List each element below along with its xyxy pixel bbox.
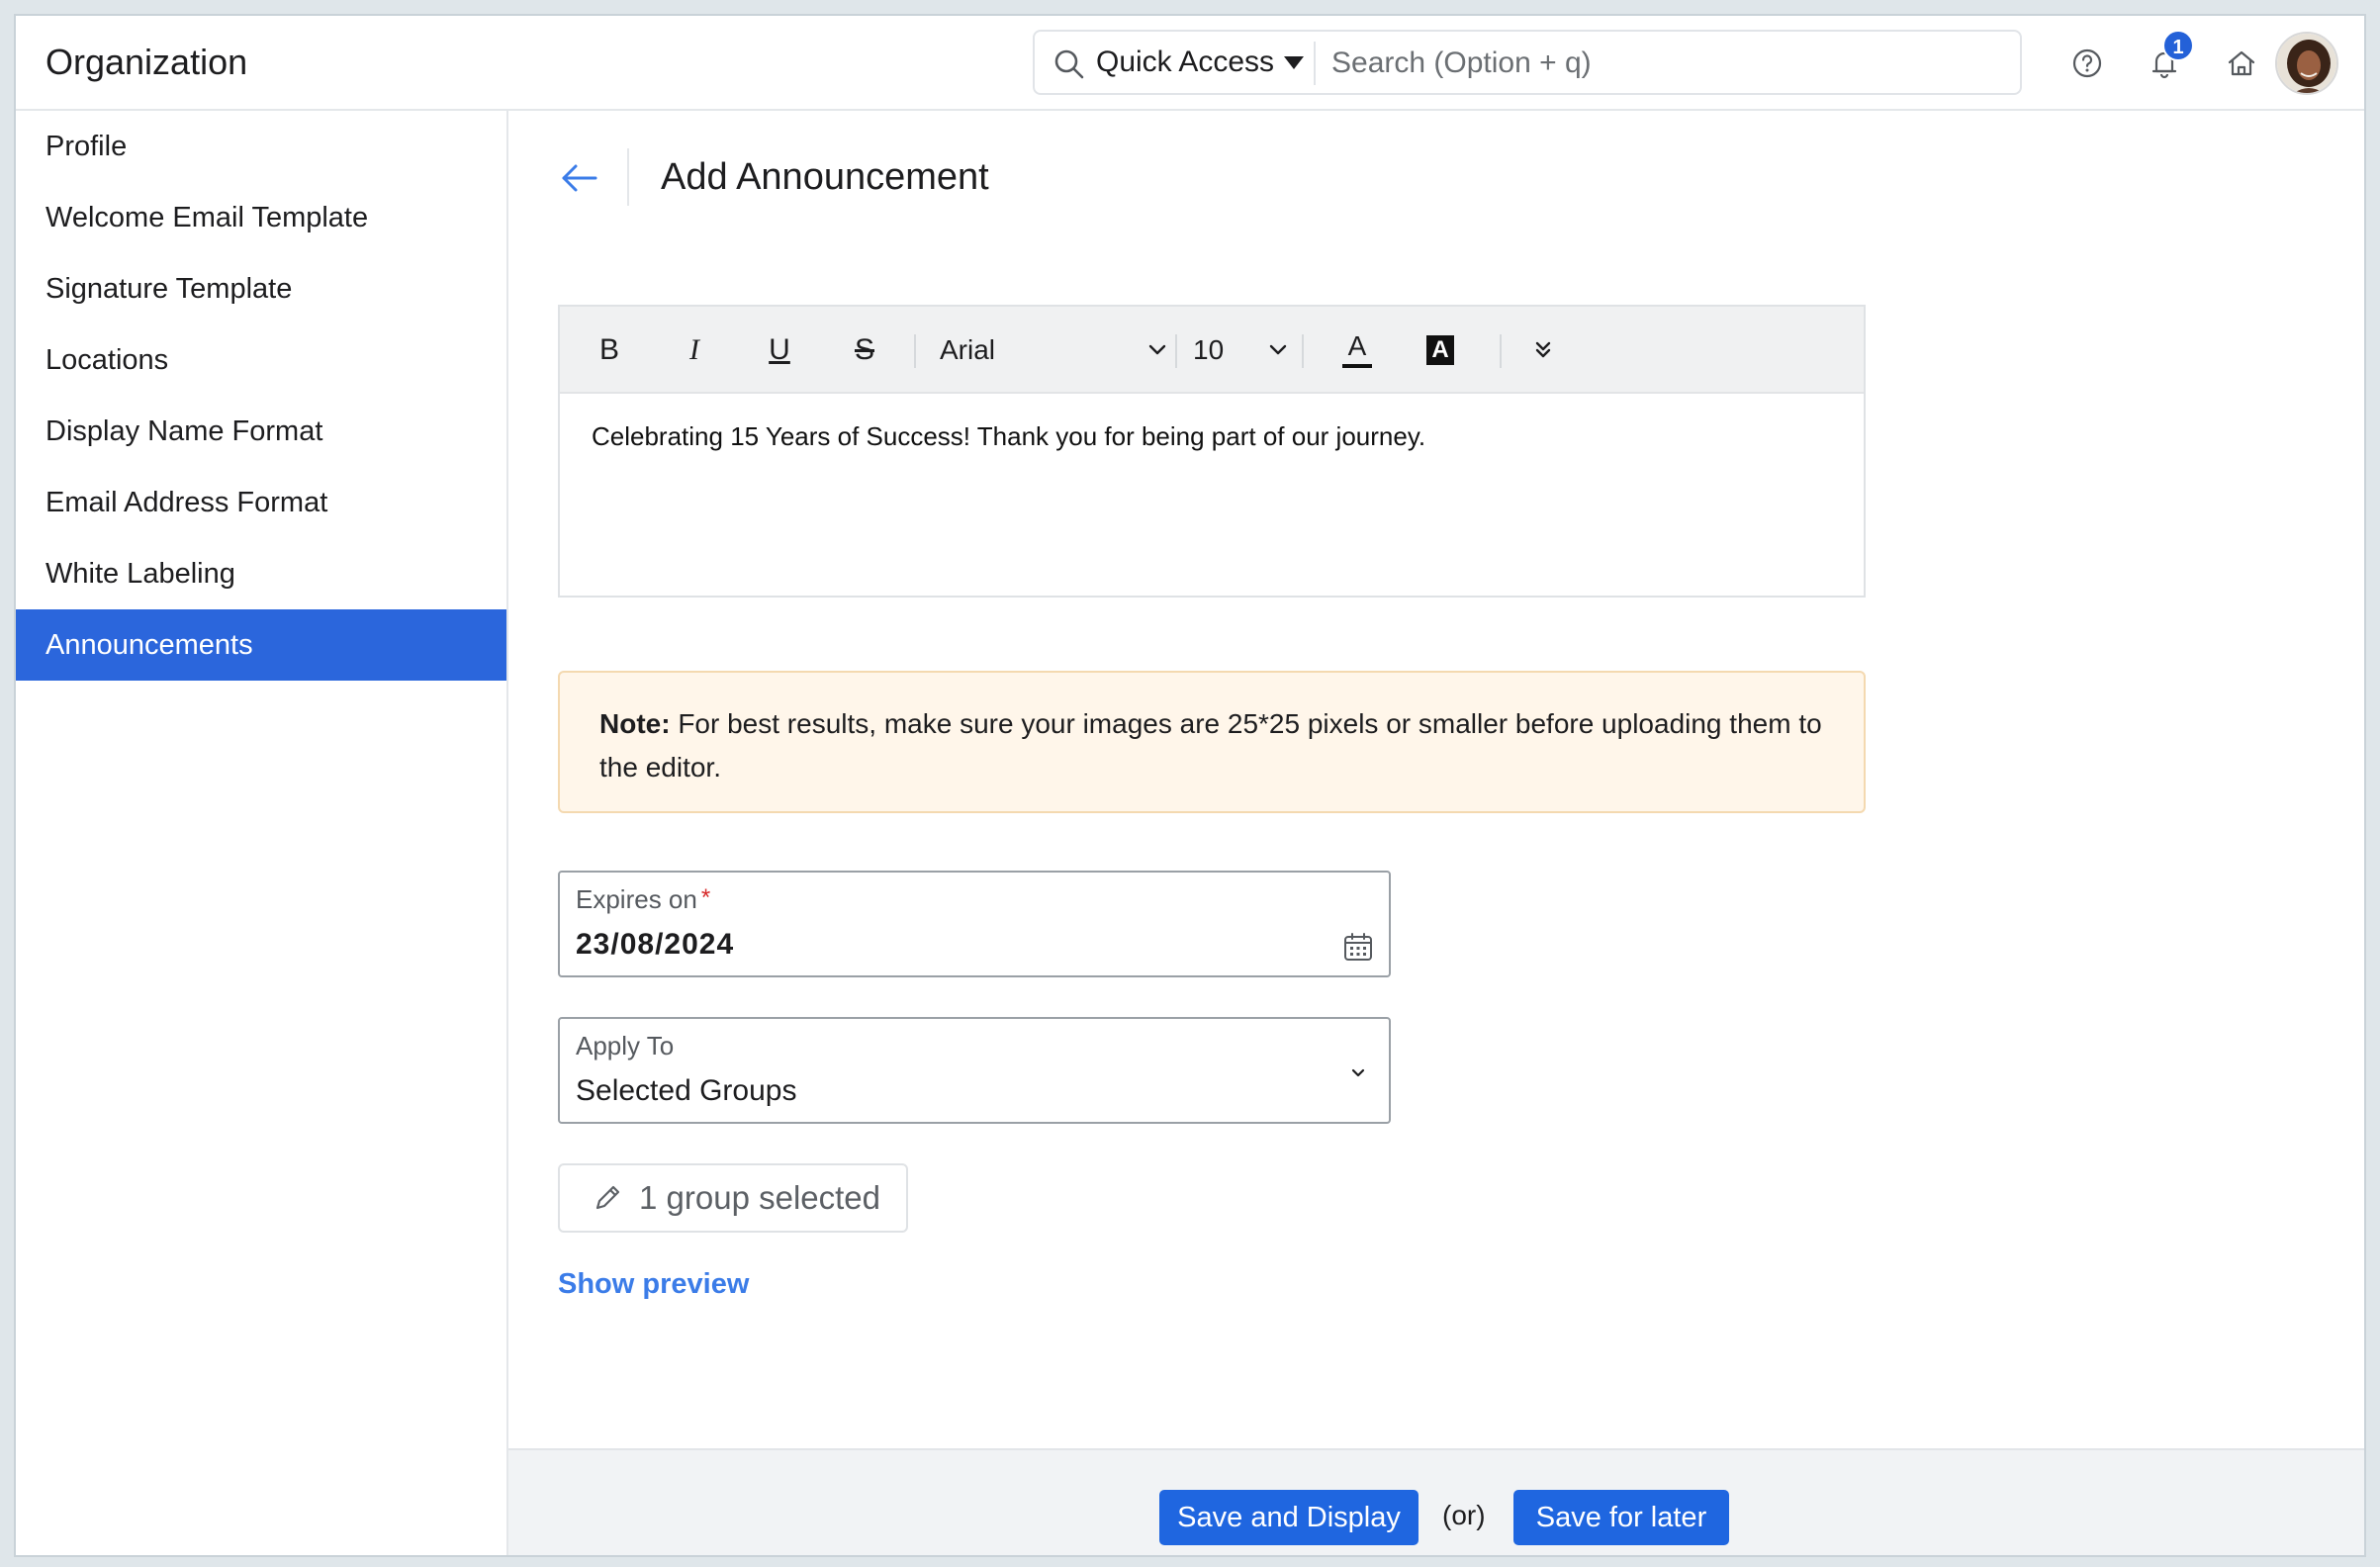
user-avatar[interactable]	[2275, 32, 2338, 95]
apply-to-value: Selected Groups	[576, 1074, 797, 1107]
search-divider	[1314, 42, 1316, 85]
bold-button[interactable]: B	[588, 328, 631, 372]
expires-on-label: Expires on *	[576, 884, 710, 915]
text-color-swatch	[1342, 364, 1372, 368]
sidebar-item-welcome-email-template[interactable]: Welcome Email Template	[16, 182, 506, 253]
toolbar-separator	[914, 334, 916, 368]
title-divider	[627, 148, 629, 206]
sidebar-item-signature-template[interactable]: Signature Template	[16, 253, 506, 324]
font-family-value: Arial	[940, 334, 996, 365]
expires-on-field[interactable]: Expires on * 23/08/2024	[558, 871, 1391, 977]
font-size-value: 10	[1193, 334, 1225, 365]
quick-access-label: Quick Access	[1096, 46, 1275, 78]
top-bar: Organization Quick Access 1	[16, 16, 2364, 111]
edit-groups-button[interactable]: 1 group selected	[558, 1163, 908, 1233]
text-color-button[interactable]: A	[1335, 328, 1379, 372]
expires-on-value: 23/08/2024	[576, 928, 735, 961]
bold-icon: B	[598, 333, 619, 366]
sidebar-item-white-labeling[interactable]: White Labeling	[16, 538, 506, 609]
required-asterisk: *	[700, 884, 711, 911]
save-and-display-button[interactable]: Save and Display	[1159, 1490, 1419, 1545]
apply-to-select[interactable]: Apply To Selected Groups	[558, 1017, 1391, 1124]
or-separator: (or)	[1442, 1500, 1486, 1530]
underline-button[interactable]: U	[758, 328, 801, 372]
app-title: Organization	[46, 42, 248, 82]
font-size-select[interactable]: 10	[1193, 328, 1288, 372]
toolbar-separator	[1500, 334, 1502, 368]
chevron-down-icon	[1148, 344, 1166, 355]
font-family-select[interactable]: Arial	[940, 328, 1167, 372]
sidebar: Profile Welcome Email Template Signature…	[16, 111, 508, 1555]
double-chevron-down-icon	[1535, 341, 1551, 358]
global-search-bar[interactable]: Quick Access	[1033, 30, 2022, 95]
search-input[interactable]	[1331, 42, 2004, 85]
chevron-down-icon	[1351, 1068, 1365, 1077]
italic-icon: I	[689, 333, 699, 366]
search-icon	[1054, 49, 1084, 79]
note-text: For best results, make sure your images …	[599, 708, 1822, 783]
sidebar-item-locations[interactable]: Locations	[16, 324, 506, 396]
quick-access-dropdown[interactable]: Quick Access	[1096, 46, 1305, 79]
home-icon[interactable]	[2222, 44, 2261, 83]
calendar-icon[interactable]	[1341, 930, 1375, 964]
highlight-color-button[interactable]: A	[1419, 328, 1462, 372]
show-preview-link[interactable]: Show preview	[558, 1268, 749, 1301]
note-label: Note:	[599, 708, 671, 739]
notification-badge: 1	[2162, 30, 2194, 61]
strikethrough-button[interactable]: S	[843, 328, 886, 372]
pencil-icon	[595, 1185, 620, 1210]
italic-button[interactable]: I	[673, 328, 716, 372]
toolbar-separator	[1175, 334, 1177, 368]
editor-content[interactable]: Celebrating 15 Years of Success! Thank y…	[592, 421, 1834, 452]
app-window: Organization Quick Access 1	[14, 14, 2366, 1557]
chevron-down-icon	[1269, 344, 1287, 355]
sidebar-item-announcements[interactable]: Announcements	[16, 609, 506, 681]
note-banner: Note: For best results, make sure your i…	[558, 671, 1866, 813]
sidebar-item-profile[interactable]: Profile	[16, 111, 506, 182]
back-arrow-icon[interactable]	[558, 156, 601, 200]
expires-on-label-text: Expires on	[576, 884, 697, 914]
save-for-later-button[interactable]: Save for later	[1513, 1490, 1729, 1545]
page-title: Add Announcement	[661, 156, 989, 198]
underline-icon: U	[769, 333, 790, 366]
help-icon[interactable]	[2067, 44, 2107, 83]
toolbar-separator	[1302, 334, 1304, 368]
group-selected-label: 1 group selected	[639, 1179, 881, 1216]
apply-to-label: Apply To	[576, 1031, 675, 1060]
text-color-icon: A	[1347, 330, 1367, 361]
sidebar-item-email-address-format[interactable]: Email Address Format	[16, 467, 506, 538]
main-content: Add Announcement B I U S Arial 10 A A Ce…	[508, 111, 2364, 1555]
caret-down-icon	[1284, 55, 1305, 69]
rich-text-editor: B I U S Arial 10 A A Celebrating 15 Year…	[558, 305, 1866, 598]
avatar-image	[2277, 34, 2336, 93]
editor-toolbar: B I U S Arial 10 A A	[560, 307, 1864, 394]
highlight-color-icon: A	[1426, 335, 1454, 365]
strikethrough-icon: S	[854, 333, 874, 366]
more-options-button[interactable]	[1521, 328, 1565, 372]
form-footer: Save and Display (or) Save for later	[508, 1448, 2364, 1555]
sidebar-item-display-name-format[interactable]: Display Name Format	[16, 396, 506, 467]
